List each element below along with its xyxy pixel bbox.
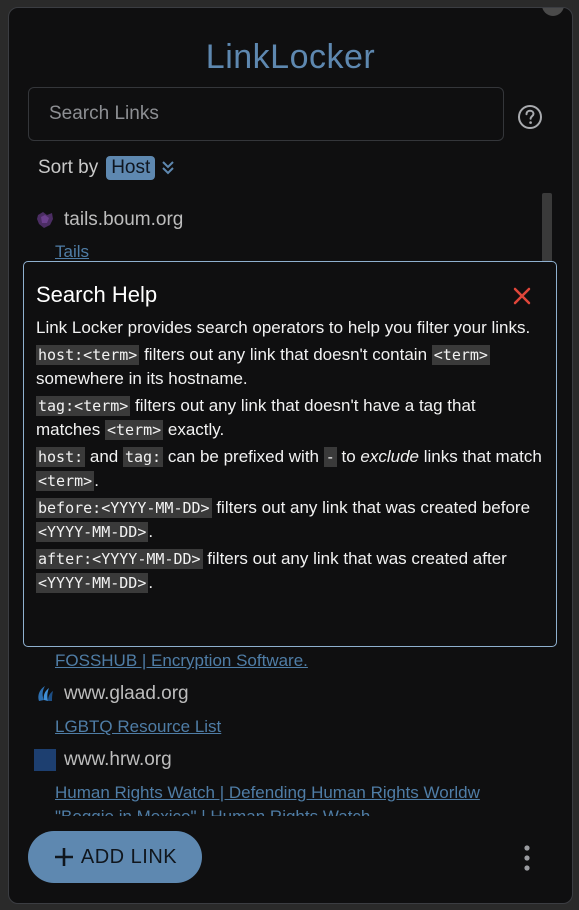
search-input[interactable] — [29, 88, 503, 140]
glaad-icon — [38, 686, 53, 701]
plus-icon — [54, 848, 73, 866]
sort-row: Sort by Host — [38, 156, 175, 180]
link-title[interactable]: FOSSHUB | Encryption Software. — [55, 651, 308, 671]
search-help-dialog: Search Help Link Locker provides search … — [23, 261, 557, 647]
search-box — [28, 87, 504, 141]
linklocker-popup: LinkLocker Sort by Host tails.boum.org T… — [8, 7, 573, 904]
host-name: www.glaad.org — [64, 683, 189, 704]
window-corner-dot — [542, 8, 564, 16]
dialog-title: Search Help — [36, 282, 158, 307]
close-icon[interactable] — [512, 286, 532, 306]
help-intro: Link Locker provides search operators to… — [36, 318, 531, 337]
link-title[interactable]: Tails — [55, 242, 89, 262]
sort-label: Sort by — [38, 157, 99, 178]
more-vertical-icon[interactable] — [519, 843, 535, 873]
app-title: LinkLocker — [205, 38, 376, 76]
host-group-header: www.glaad.org — [34, 683, 189, 705]
add-link-label: ADD LINK — [80, 845, 178, 868]
tails-icon — [37, 212, 53, 228]
add-link-button[interactable]: ADD LINK — [28, 831, 202, 883]
help-after-op: after:<YYYY-MM-DD> filters out any link … — [36, 548, 507, 593]
host-name: www.hrw.org — [64, 749, 172, 770]
link-title[interactable]: LGBTQ Resource List — [55, 717, 221, 737]
host-group-header: tails.boum.org — [34, 209, 183, 231]
help-before-op: before:<YYYY-MM-DD> filters out any link… — [36, 497, 531, 542]
help-host-op: host:<term> filters out any link that do… — [36, 344, 490, 388]
help-prefix: host: and tag: can be prefixed with - to… — [36, 446, 542, 491]
host-group-header: www.hrw.org — [34, 749, 172, 771]
sort-value-chip[interactable]: Host — [106, 156, 156, 180]
help-icon[interactable] — [517, 104, 543, 130]
chevron-double-down-icon[interactable] — [161, 160, 175, 176]
host-name: tails.boum.org — [64, 209, 184, 230]
link-title[interactable]: "Boggie in Mexico" | Human Rights Watch — [55, 807, 370, 816]
hrw-icon — [34, 749, 56, 771]
help-body: Link Locker provides search operators to… — [36, 316, 544, 596]
help-tag-op: tag:<term> filters out any link that doe… — [36, 395, 476, 440]
link-title[interactable]: Human Rights Watch | Defending Human Rig… — [55, 783, 480, 803]
scrollbar-thumb[interactable] — [542, 193, 552, 265]
